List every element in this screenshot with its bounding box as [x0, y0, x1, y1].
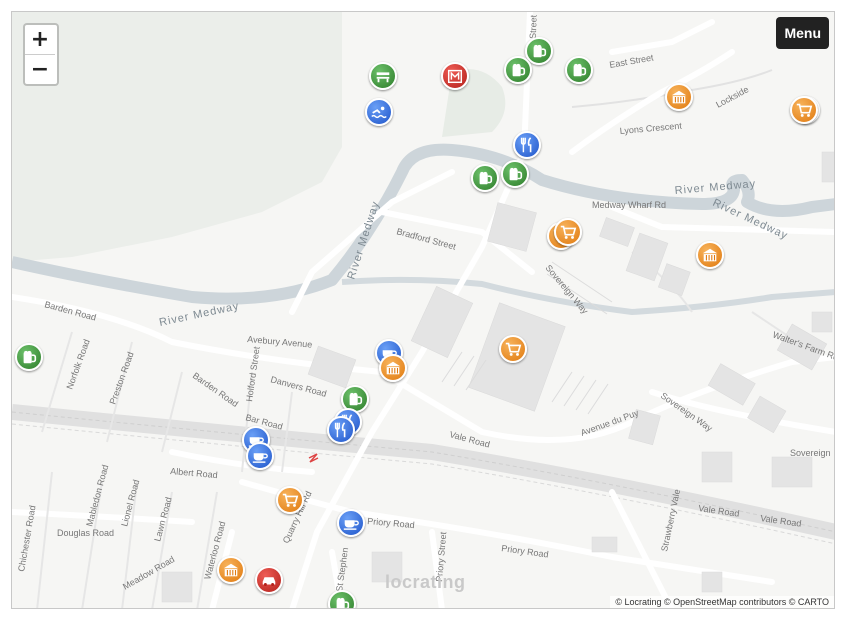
label-sovereign-3: Sovereign [790, 448, 831, 458]
beer-mug-icon [333, 595, 351, 608]
label-east-street: East Street [609, 52, 655, 70]
building-icon [384, 359, 402, 377]
marker-cafe[interactable] [337, 509, 365, 537]
label-lockside: Lockside [714, 84, 750, 110]
marker-museum[interactable] [441, 62, 469, 90]
marker-museum[interactable] [217, 556, 245, 584]
marker-supermarket[interactable] [790, 96, 818, 124]
beer-mug-icon [509, 61, 527, 79]
beer-mug-icon [20, 348, 38, 366]
label-medway-wharf-rd: Medway Wharf Rd [592, 200, 666, 210]
map-attribution: © Locrating © OpenStreetMap contributors… [610, 596, 834, 608]
watermark: locrating [385, 572, 466, 592]
museum-icon [446, 67, 464, 85]
building-icon [670, 88, 688, 106]
marker-car[interactable] [255, 566, 283, 594]
cup-icon [342, 514, 360, 532]
label-barden-road-2: Barden Road [191, 370, 240, 409]
shopping-cart-icon [281, 491, 299, 509]
marker-restaurant[interactable] [327, 416, 355, 444]
building-icon [222, 561, 240, 579]
marker-restaurant[interactable] [513, 131, 541, 159]
marker-pub[interactable] [15, 343, 43, 371]
label-douglas-road: Douglas Road [57, 528, 114, 538]
shopping-cart-icon [559, 223, 577, 241]
menu-button[interactable]: Menu [776, 17, 829, 49]
cup-icon [251, 447, 269, 465]
marker-supermarket[interactable] [554, 218, 582, 246]
beer-mug-icon [570, 61, 588, 79]
shopping-cart-icon [504, 340, 522, 358]
label-bradford-street: Bradford Street [395, 226, 457, 252]
shopping-cart-icon [795, 101, 813, 119]
label-barden-road-1: Barden Road [43, 299, 97, 322]
marker-museum[interactable] [379, 354, 407, 382]
marker-cafe[interactable] [246, 442, 274, 470]
marker-supermarket[interactable] [276, 486, 304, 514]
marker-supermarket[interactable] [499, 335, 527, 363]
label-st-stephen: St Stephen [334, 547, 350, 593]
beer-mug-icon [476, 169, 494, 187]
label-preston-road: Preston Road [107, 351, 135, 406]
label-lyons-crescent: Lyons Crescent [619, 121, 682, 136]
label-albert-road: Albert Road [170, 466, 218, 480]
swimming-icon [370, 103, 388, 121]
marker-museum[interactable] [665, 83, 693, 111]
marker-pub[interactable] [504, 56, 532, 84]
bench-icon [374, 67, 392, 85]
label-sovereign-way-1: Sovereign Way [543, 263, 590, 316]
beer-mug-icon [346, 390, 364, 408]
label-river-medway-4: River Medway [158, 300, 240, 329]
marker-swimming[interactable] [365, 98, 393, 126]
zoom-control: + − [23, 23, 59, 86]
building-icon [701, 246, 719, 264]
marker-park[interactable] [369, 62, 397, 90]
marker-pub[interactable] [565, 56, 593, 84]
fork-knife-icon [332, 421, 350, 439]
marker-pub[interactable] [471, 164, 499, 192]
marker-museum[interactable] [696, 241, 724, 269]
fork-knife-icon [518, 136, 536, 154]
car-icon [260, 571, 278, 589]
zoom-in-button[interactable]: + [25, 25, 55, 54]
map-container[interactable]: East Street Lockside Lyons Crescent Rive… [11, 11, 835, 609]
beer-mug-icon [530, 42, 548, 60]
marker-pub[interactable] [501, 160, 529, 188]
map-base[interactable]: East Street Lockside Lyons Crescent Rive… [12, 12, 835, 609]
beer-mug-icon [506, 165, 524, 183]
zoom-out-button[interactable]: − [25, 54, 55, 84]
